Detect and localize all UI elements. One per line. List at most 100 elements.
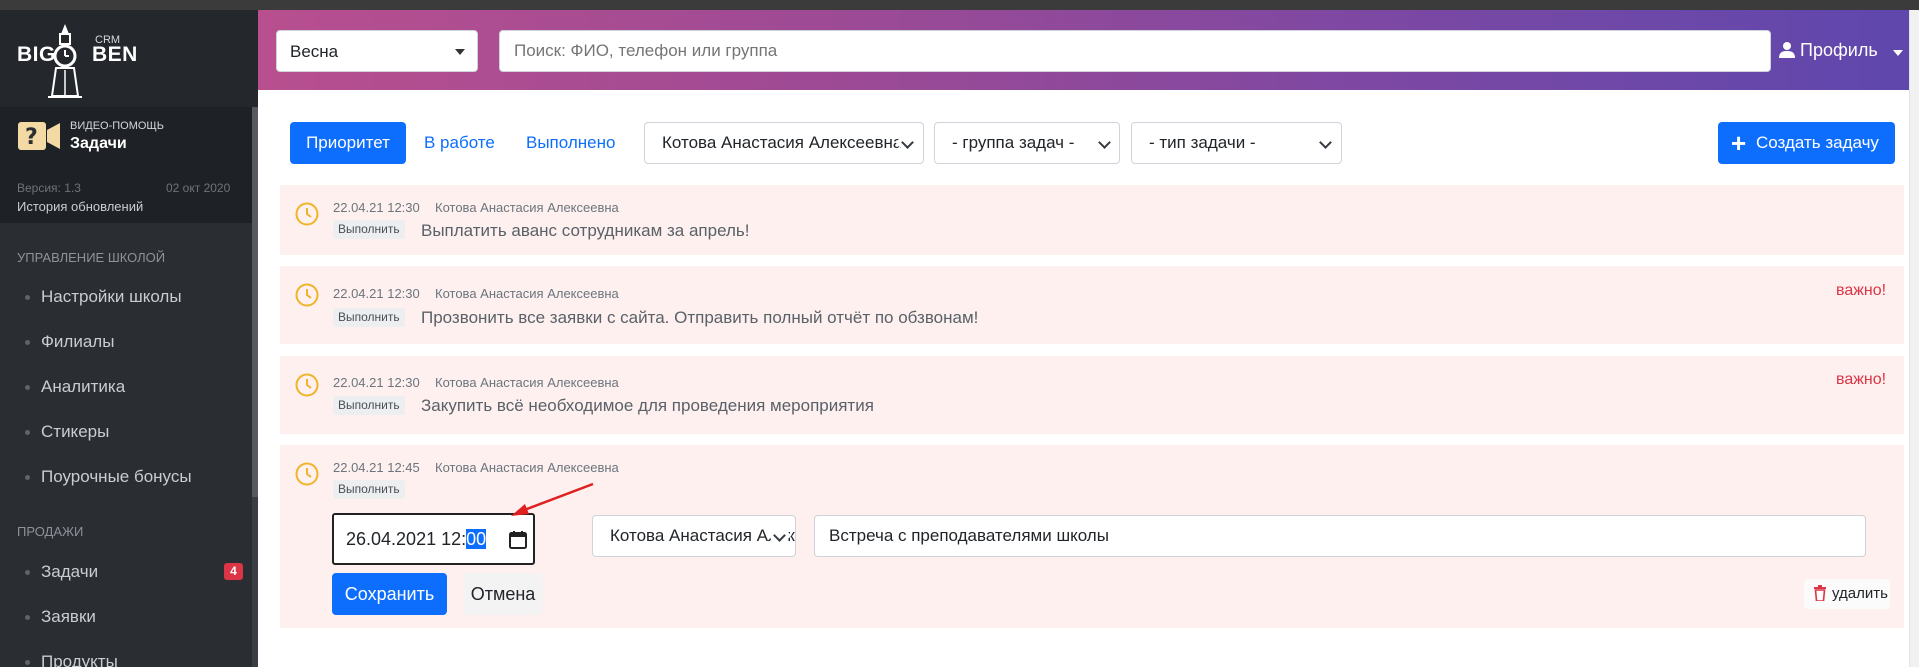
tab-done[interactable]: Выполнено bbox=[526, 122, 615, 164]
profile-menu[interactable]: Профиль bbox=[1778, 38, 1903, 66]
datetime-selected-minutes: 00 bbox=[466, 529, 487, 549]
group-filter-value: - группа задач - bbox=[952, 133, 1075, 152]
sidebar-item-stickers[interactable]: Стикеры bbox=[0, 410, 252, 455]
bullet-icon bbox=[25, 615, 30, 620]
task-item-editing: 22.04.21 12:45 Котова Анастасия Алексеев… bbox=[280, 445, 1904, 628]
task-item: 22.04.21 12:30 Котова Анастасия Алексеев… bbox=[280, 185, 1904, 255]
brand-suffix: CRM bbox=[95, 34, 121, 46]
sidebar-item-label: Продукты bbox=[41, 652, 118, 667]
sidebar-item-requests[interactable]: Заявки bbox=[0, 595, 252, 640]
bullet-icon bbox=[25, 660, 30, 665]
task-item: 22.04.21 12:30 Котова Анастасия Алексеев… bbox=[280, 356, 1904, 434]
sidebar-item-label: Настройки школы bbox=[41, 287, 182, 306]
task-date: 22.04.21 12:30 bbox=[333, 375, 420, 390]
svg-text:?: ? bbox=[25, 125, 38, 150]
save-button[interactable]: Сохранить bbox=[332, 573, 447, 615]
plus-icon: + bbox=[1731, 128, 1747, 158]
help-title: Задачи bbox=[70, 135, 127, 152]
brand-right: BEN bbox=[92, 43, 138, 66]
sidebar-item-label: Задачи bbox=[41, 562, 99, 581]
due-datetime-input[interactable]: 26.04.2021 12:00 bbox=[332, 513, 535, 565]
group-filter-select[interactable]: - группа задач - bbox=[934, 122, 1120, 164]
important-label: важно! bbox=[1836, 371, 1887, 388]
complete-button[interactable]: Выполнить bbox=[333, 220, 405, 239]
logo[interactable]: BIG BEN CRM bbox=[0, 10, 258, 107]
calendar-icon[interactable] bbox=[508, 530, 528, 550]
trash-icon bbox=[1814, 585, 1826, 601]
annotation-arrow bbox=[511, 482, 594, 516]
sidebar: BIG BEN CRM ? ВИДЕО-ПОМОЩЬ Задачи Версия… bbox=[0, 10, 258, 667]
season-value: Весна bbox=[290, 42, 339, 61]
video-help[interactable]: ? ВИДЕО-ПОМОЩЬ Задачи bbox=[0, 107, 252, 173]
history-link[interactable]: История обновлений bbox=[17, 199, 143, 214]
brand-name: BIG BEN bbox=[17, 43, 137, 67]
season-select[interactable]: Весна bbox=[276, 30, 478, 72]
task-date: 22.04.21 12:30 bbox=[333, 200, 420, 215]
task-description-input[interactable]: Встреча с преподавателями школы bbox=[814, 515, 1866, 557]
tab-priority[interactable]: Приоритет bbox=[290, 122, 406, 164]
sidebar-item-school-settings[interactable]: Настройки школы bbox=[0, 275, 252, 320]
bullet-icon bbox=[25, 430, 30, 435]
header: Весна Профиль bbox=[258, 10, 1919, 90]
datetime-value: 26.04.2021 12:00 bbox=[346, 529, 487, 550]
assignee-value: Котова Анастасия Алексеевна bbox=[610, 526, 795, 545]
task-author: Котова Анастасия Алексеевна bbox=[435, 200, 619, 215]
datetime-main: 26.04.2021 12: bbox=[346, 529, 467, 549]
bullet-icon bbox=[25, 385, 30, 390]
type-filter-select[interactable]: - тип задачи - bbox=[1131, 122, 1342, 164]
clock-icon bbox=[295, 462, 319, 486]
task-date: 22.04.21 12:45 bbox=[333, 460, 420, 475]
profile-label: Профиль bbox=[1800, 40, 1878, 60]
create-task-button[interactable]: + Создать задачу bbox=[1718, 122, 1895, 164]
bullet-icon bbox=[25, 295, 30, 300]
user-icon bbox=[1779, 42, 1795, 58]
sidebar-item-label: Аналитика bbox=[41, 377, 126, 396]
caret-down-icon bbox=[1893, 50, 1903, 56]
assignee-select[interactable]: Котова Анастасия Алексеевна bbox=[592, 515, 796, 557]
caret-down-icon bbox=[455, 49, 465, 55]
complete-button[interactable]: Выполнить bbox=[333, 480, 405, 499]
create-task-label: Создать задачу bbox=[1756, 133, 1879, 152]
task-text[interactable]: Прозвонить все заявки с сайта. Отправить… bbox=[421, 308, 978, 328]
clock-icon bbox=[295, 283, 319, 307]
clock-icon bbox=[295, 373, 319, 397]
task-author: Котова Анастасия Алексеевна bbox=[435, 286, 619, 301]
sidebar-item-label: Стикеры bbox=[41, 422, 110, 441]
version-label: Версия: 1.3 bbox=[17, 181, 81, 195]
video-help-icon: ? bbox=[18, 122, 60, 150]
chevron-down-icon bbox=[1098, 136, 1111, 149]
search-input[interactable] bbox=[499, 30, 1771, 72]
page-scrollbar[interactable] bbox=[1909, 10, 1919, 667]
complete-button[interactable]: Выполнить bbox=[333, 308, 405, 327]
important-label: важно! bbox=[1836, 282, 1887, 299]
task-text[interactable]: Выплатить аванс сотрудникам за апрель! bbox=[421, 221, 750, 241]
chevron-down-icon bbox=[1319, 136, 1332, 149]
help-caption: ВИДЕО-ПОМОЩЬ bbox=[70, 120, 164, 132]
person-filter-select[interactable]: Котова Анастасия Алексеевна bbox=[644, 122, 924, 164]
version-block: Версия: 1.3 02 окт 2020 История обновлен… bbox=[0, 173, 252, 223]
sidebar-item-label: Филиалы bbox=[41, 332, 115, 351]
complete-button[interactable]: Выполнить bbox=[333, 396, 405, 415]
section-title-sales: ПРОДАЖИ bbox=[17, 524, 84, 539]
task-author: Котова Анастасия Алексеевна bbox=[435, 460, 619, 475]
sidebar-item-analytics[interactable]: Аналитика bbox=[0, 365, 252, 410]
sidebar-item-label: Заявки bbox=[41, 607, 96, 626]
delete-button[interactable]: удалить bbox=[1804, 579, 1890, 609]
cancel-button[interactable]: Отмена bbox=[463, 573, 543, 615]
task-date: 22.04.21 12:30 bbox=[333, 286, 420, 301]
task-author: Котова Анастасия Алексеевна bbox=[435, 375, 619, 390]
task-text[interactable]: Закупить всё необходимое для проведения … bbox=[421, 396, 874, 416]
app: BIG BEN CRM ? ВИДЕО-ПОМОЩЬ Задачи Версия… bbox=[0, 0, 1919, 667]
sidebar-item-tasks[interactable]: Задачи 4 bbox=[0, 550, 252, 595]
task-item: 22.04.21 12:30 Котова Анастасия Алексеев… bbox=[280, 266, 1904, 344]
tab-in-work[interactable]: В работе bbox=[424, 122, 495, 164]
sidebar-item-lesson-bonuses[interactable]: Поурочные бонусы bbox=[0, 455, 252, 500]
type-filter-value: - тип задачи - bbox=[1149, 133, 1256, 152]
delete-label: удалить bbox=[1832, 585, 1888, 602]
bullet-icon bbox=[25, 340, 30, 345]
sidebar-scroll-thumb[interactable] bbox=[252, 107, 258, 497]
sidebar-item-products[interactable]: Продукты bbox=[0, 640, 252, 667]
clock-icon bbox=[295, 202, 319, 226]
person-filter-value: Котова Анастасия Алексеевна bbox=[662, 133, 903, 152]
sidebar-item-branches[interactable]: Филиалы bbox=[0, 320, 252, 365]
